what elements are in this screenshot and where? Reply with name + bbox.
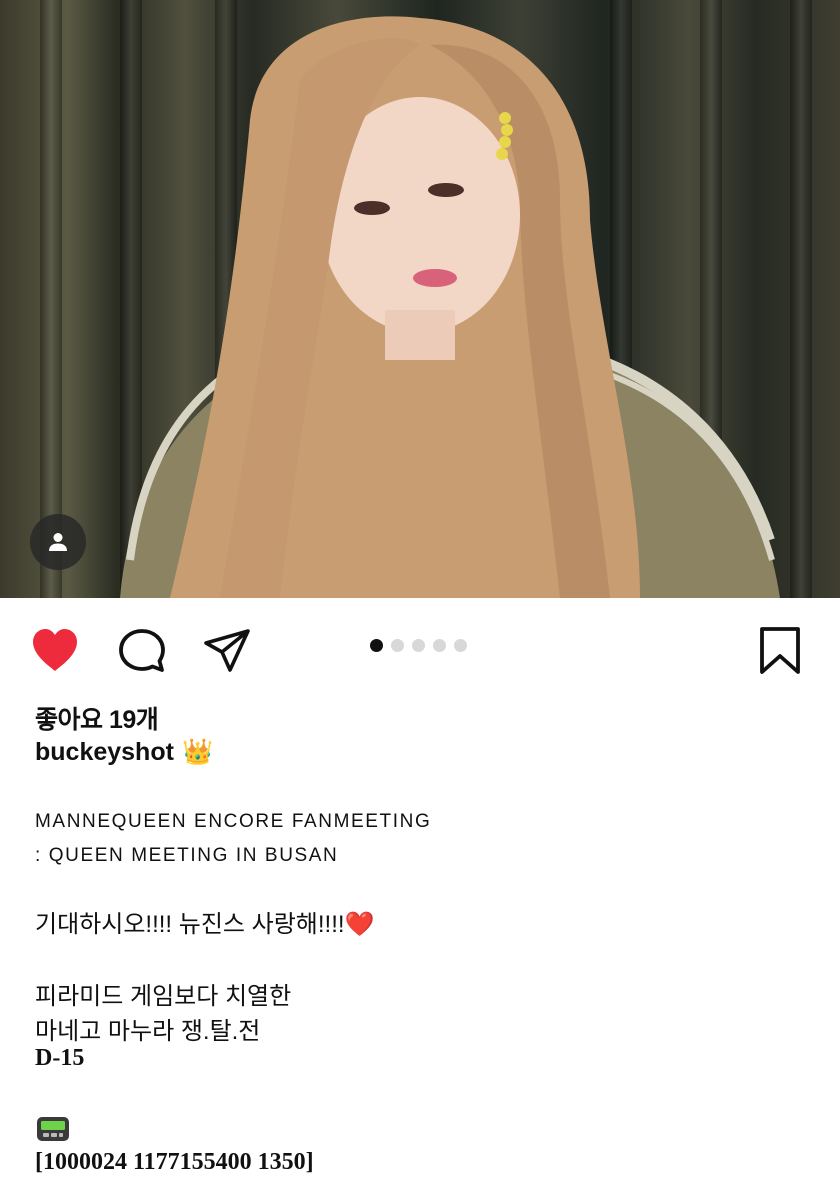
dday-countdown: D-15: [35, 1045, 85, 1071]
caption-line: 기대하시오!!!! 뉴진스 사랑해!!!!❤️: [35, 904, 374, 939]
caption-line: : QUEEN MEETING IN BUSAN: [35, 845, 339, 866]
carousel-dot: [433, 639, 446, 652]
post-action-bar: [0, 598, 840, 702]
caption-line: 마네고 마누라 쟁.탈.전: [35, 1018, 261, 1045]
pager-icon: [37, 1117, 69, 1141]
crown-emoji: 👑: [181, 738, 214, 766]
carousel-dot: [391, 639, 404, 652]
user-tag-icon: [49, 533, 67, 551]
caption-author: buckeyshot 👑: [35, 738, 213, 767]
caption-line: MANNEQUEEN ENCORE FANMEETING: [35, 811, 432, 832]
person-figure: [120, 16, 780, 598]
heart-icon[interactable]: [30, 626, 80, 676]
comment-icon[interactable]: [117, 626, 167, 676]
likes-count[interactable]: 좋아요 19개: [35, 700, 159, 736]
bookmark-icon[interactable]: [755, 626, 805, 676]
caption-code: [1000024 1177155400 1350]: [35, 1149, 314, 1175]
caption-line: 피라미드 게임보다 치열한: [35, 983, 292, 1010]
user-tag-button[interactable]: [30, 514, 86, 570]
caption-text: 기대하시오!!!! 뉴진스 사랑해!!!!: [35, 911, 345, 938]
send-icon[interactable]: [202, 626, 252, 676]
username[interactable]: buckeyshot: [35, 738, 174, 767]
carousel-dot: [454, 639, 467, 652]
carousel-dot: [412, 639, 425, 652]
carousel-indicator: [370, 639, 467, 652]
carousel-dot: [370, 639, 383, 652]
red-heart-emoji: ❤️: [344, 911, 375, 938]
post-photo[interactable]: [0, 0, 840, 598]
